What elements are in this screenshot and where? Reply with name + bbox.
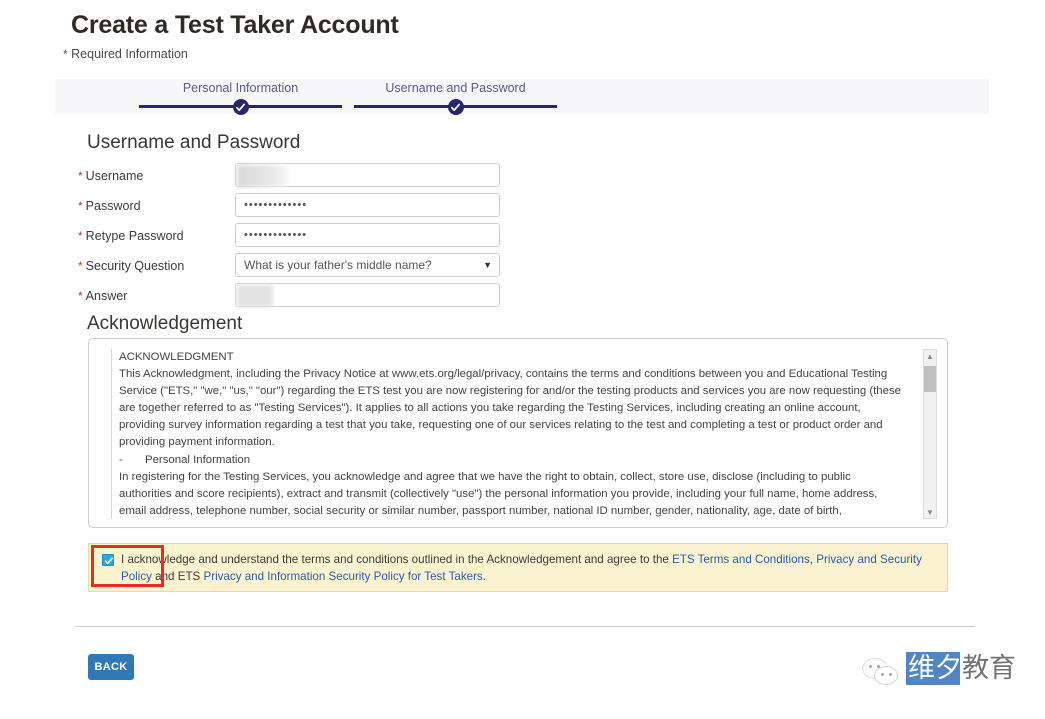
- progress-stepper: Personal Information Username and Passwo…: [55, 79, 989, 115]
- stepper-step-personal-information[interactable]: Personal Information: [133, 79, 348, 115]
- wechat-dot: [869, 665, 872, 668]
- page-title: Create a Test Taker Account: [71, 11, 399, 39]
- page-root: Create a Test Taker Account * Required I…: [0, 0, 1045, 719]
- field-control-username: [235, 163, 500, 187]
- form-row-answer: * Answer: [78, 283, 678, 313]
- stepper-step-username-and-password[interactable]: Username and Password: [348, 79, 563, 115]
- consent-text-before: I acknowledge and understand the terms a…: [121, 553, 673, 566]
- form-row-retype-password: * Retype Password •••••••••••••: [78, 223, 678, 253]
- password-input[interactable]: •••••••••••••: [235, 193, 500, 217]
- retype-password-input[interactable]: •••••••••••••: [235, 223, 500, 247]
- acknowledgement-bullet-1: - Personal Information: [119, 453, 251, 466]
- acknowledgement-scrollbar[interactable]: ▲ ▼: [923, 349, 937, 519]
- footer-divider: [75, 626, 975, 627]
- triangle-down-icon[interactable]: ▼: [924, 506, 936, 518]
- wechat-bubble-front: [874, 666, 898, 685]
- field-label-retype-password: * Retype Password: [78, 229, 184, 243]
- account-form: * Username * Password ••••••••••••• * Retyp…: [78, 163, 678, 313]
- required-asterisk-icon: *: [78, 199, 83, 213]
- field-control-security-question: What is your father's middle name? ▼: [235, 253, 500, 277]
- stepper-step-label: Personal Information: [182, 81, 299, 95]
- watermark: 维夕教育: [862, 650, 1037, 696]
- watermark-text: 维夕教育: [908, 652, 1016, 685]
- consent-text-after: .: [482, 570, 486, 583]
- link-privacy-and-information-security-policy[interactable]: Privacy and Information Security Policy …: [204, 570, 483, 583]
- form-row-password: * Password •••••••••••••: [78, 193, 678, 223]
- acknowledgement-paragraph-2: In registering for the Testing Services,…: [119, 470, 878, 517]
- chevron-down-icon: ▼: [483, 260, 492, 270]
- field-label-security-question: * Security Question: [78, 259, 185, 273]
- section-heading-acknowledgement: Acknowledgement: [87, 313, 243, 334]
- check-icon: [232, 99, 249, 115]
- acknowledgement-text-area[interactable]: ACKNOWLEDGMENT This Acknowledgment, incl…: [111, 349, 901, 519]
- field-label-answer: * Answer: [78, 289, 128, 303]
- answer-input[interactable]: [235, 283, 500, 307]
- consent-text: I acknowledge and understand the terms a…: [121, 551, 933, 585]
- required-asterisk-icon: *: [78, 229, 83, 243]
- field-control-retype-password: •••••••••••••: [235, 223, 500, 247]
- redaction-overlay: [237, 285, 273, 307]
- password-masked-value: •••••••••••••: [244, 229, 308, 241]
- triangle-up-icon[interactable]: ▲: [924, 350, 936, 362]
- form-row-security-question: * Security Question What is your father's…: [78, 253, 678, 283]
- required-information-label: Required Information: [71, 47, 188, 61]
- security-question-selected-value: What is your father's middle name?: [244, 258, 432, 272]
- section-heading-username-password: Username and Password: [87, 132, 301, 153]
- required-information-note: * Required Information: [63, 47, 188, 61]
- required-asterisk-icon: *: [78, 259, 83, 273]
- security-question-select[interactable]: What is your father's middle name? ▼: [235, 253, 500, 277]
- field-label-username: * Username: [78, 169, 144, 183]
- field-label-password: * Password: [78, 199, 141, 213]
- username-input[interactable]: [235, 163, 500, 187]
- stepper-step-label: Username and Password: [385, 81, 526, 95]
- required-asterisk-icon: *: [78, 289, 83, 303]
- acknowledgement-heading-line: ACKNOWLEDGMENT: [119, 351, 234, 363]
- consent-banner: I acknowledge and understand the terms a…: [88, 543, 948, 592]
- back-button[interactable]: BACK: [88, 654, 134, 680]
- wechat-icon: [862, 658, 904, 688]
- link-ets-terms-and-conditions[interactable]: ETS Terms and Conditions: [672, 553, 810, 566]
- form-row-username: * Username: [78, 163, 678, 193]
- acknowledgement-paragraph-1: This Acknowledgment, including the Priva…: [119, 368, 901, 449]
- field-control-password: •••••••••••••: [235, 193, 500, 217]
- wechat-dot: [889, 673, 892, 676]
- required-asterisk-icon: *: [63, 47, 68, 61]
- field-control-answer: [235, 283, 500, 307]
- wechat-dot: [881, 673, 884, 676]
- watermark-text-highlight: 维夕: [908, 653, 962, 684]
- scrollbar-thumb[interactable]: [924, 366, 936, 392]
- password-masked-value: •••••••••••••: [244, 199, 308, 211]
- watermark-text-plain: 教育: [962, 653, 1016, 684]
- check-icon: [447, 99, 464, 115]
- required-asterisk-icon: *: [78, 169, 83, 183]
- annotation-highlight-rectangle: [91, 545, 164, 587]
- redaction-overlay: [237, 165, 287, 187]
- acknowledgement-box: ACKNOWLEDGMENT This Acknowledgment, incl…: [88, 338, 948, 528]
